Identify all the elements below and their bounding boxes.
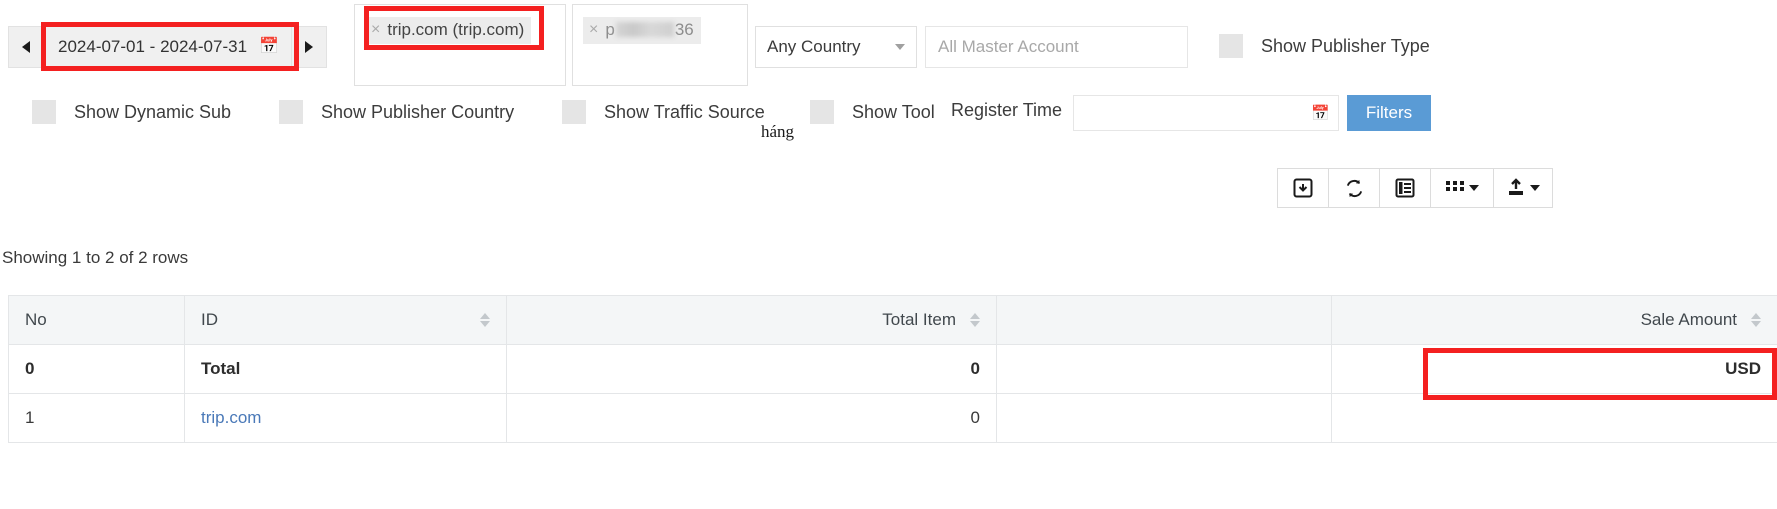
date-next-button[interactable] [291, 26, 327, 68]
date-range-input[interactable]: 2024-07-01 - 2024-07-31 📅 [43, 26, 292, 68]
checkbox-show-publisher-type[interactable]: Show Publisher Type [1219, 34, 1430, 58]
publisher-select-2[interactable]: × p 36 [572, 4, 748, 86]
table-row[interactable]: 1 trip.com 0 [8, 393, 1777, 443]
results-table-wrapper: No ID Total Item Sale Amount 0 Total 0 U… [8, 295, 1777, 443]
close-icon[interactable]: × [589, 22, 598, 38]
chevron-down-icon [1468, 185, 1479, 191]
checkbox-show-tool[interactable]: Show Tool [810, 100, 935, 124]
sort-arrows-icon[interactable] [480, 313, 490, 327]
close-icon[interactable]: × [371, 22, 380, 38]
filters-button[interactable]: Filters [1347, 95, 1431, 131]
publisher-token-1-label: trip.com (trip.com) [387, 20, 525, 39]
detail-view-button[interactable] [1380, 169, 1431, 207]
columns-grid-icon [1445, 181, 1464, 191]
cell-id: Total [184, 344, 507, 394]
cell-total-item: 0 [506, 344, 997, 394]
detail-list-icon [1395, 178, 1415, 198]
publisher-token-2[interactable]: × p 36 [583, 17, 701, 44]
chevron-down-icon [1530, 185, 1540, 191]
publisher-select-1[interactable]: × trip.com (trip.com) [354, 4, 566, 86]
column-header-id[interactable]: ID [184, 295, 507, 345]
cell-no: 0 [8, 344, 185, 394]
chevron-left-icon [22, 41, 30, 53]
export-button[interactable] [1494, 169, 1552, 207]
refresh-button[interactable] [1329, 169, 1380, 207]
calendar-icon: 📅 [259, 38, 279, 55]
column-header-blank[interactable] [996, 295, 1332, 345]
columns-button[interactable] [1431, 169, 1494, 207]
checkbox-label: Show Traffic Source [604, 101, 765, 122]
chevron-down-icon [895, 44, 905, 50]
publisher-token-1[interactable]: × trip.com (trip.com) [365, 17, 532, 44]
checkbox-box[interactable] [810, 100, 834, 124]
checkbox-show-traffic-source[interactable]: Show Traffic Source [562, 100, 765, 124]
register-time-input[interactable]: 📅 [1073, 95, 1339, 131]
checkbox-label: Show Publisher Type [1261, 35, 1430, 56]
table-row[interactable]: 0 Total 0 USD [8, 344, 1777, 394]
export-box-button[interactable] [1278, 169, 1329, 207]
cell-sale-amount [1331, 393, 1777, 443]
date-prev-button[interactable] [8, 26, 43, 68]
results-table: No ID Total Item Sale Amount 0 Total 0 U… [8, 295, 1777, 443]
redaction-blur [615, 22, 674, 37]
column-header-sale-amount[interactable]: Sale Amount [1331, 295, 1777, 345]
date-range-stepper: 2024-07-01 - 2024-07-31 📅 [8, 26, 327, 68]
checkbox-show-publisher-country[interactable]: Show Publisher Country [279, 100, 514, 124]
refresh-icon [1346, 179, 1362, 197]
register-time-label: Register Time [951, 100, 1063, 120]
master-account-input[interactable] [925, 26, 1188, 68]
publisher-token-2-label: p 36 [605, 20, 694, 39]
sort-arrows-icon[interactable] [970, 313, 980, 327]
cell-sale-amount: USD [1331, 344, 1777, 394]
date-range-value: 2024-07-01 - 2024-07-31 [58, 37, 248, 56]
chevron-right-icon [304, 41, 313, 53]
checkbox-box[interactable] [32, 100, 56, 124]
sort-arrows-icon[interactable] [1751, 313, 1761, 327]
checkbox-box[interactable] [1219, 34, 1243, 58]
checkbox-label: Show Publisher Country [321, 101, 515, 122]
cell-id-link[interactable]: trip.com [184, 393, 507, 443]
table-toolbar [1277, 168, 1553, 208]
checkbox-box[interactable] [279, 100, 303, 124]
filter-bar: 2024-07-01 - 2024-07-31 📅 × trip.com (tr… [0, 0, 1777, 141]
export-box-icon [1293, 178, 1313, 198]
column-header-total-item[interactable]: Total Item [506, 295, 997, 345]
calendar-icon[interactable]: 📅 [1311, 106, 1330, 121]
export-upload-icon [1509, 178, 1523, 195]
cell-blank [996, 344, 1332, 394]
column-header-no[interactable]: No [8, 295, 185, 345]
cell-no: 1 [8, 393, 185, 443]
checkbox-label: Show Tool [852, 101, 935, 122]
cell-blank [996, 393, 1332, 443]
table-header-row: No ID Total Item Sale Amount [8, 295, 1777, 345]
stray-text-artifact: háng [761, 122, 795, 141]
cell-total-item: 0 [506, 393, 997, 443]
checkbox-show-dynamic-sub[interactable]: Show Dynamic Sub [32, 100, 231, 124]
table-status-text: Showing 1 to 2 of 2 rows [2, 248, 189, 267]
country-select-value: Any Country [767, 37, 861, 56]
checkbox-box[interactable] [562, 100, 586, 124]
country-select[interactable]: Any Country [755, 26, 917, 68]
checkbox-label: Show Dynamic Sub [74, 101, 232, 122]
